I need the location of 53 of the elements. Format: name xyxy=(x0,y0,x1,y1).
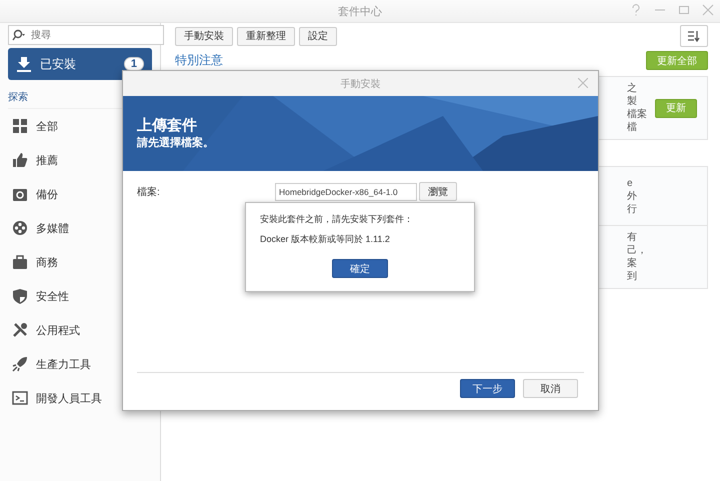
card-text: 檔案 xyxy=(627,108,648,121)
banner-subtitle: 請先選擇檔案。 xyxy=(137,135,214,150)
next-button[interactable]: 下一步 xyxy=(460,379,515,398)
thumbs-up-icon xyxy=(12,152,28,168)
sidebar-label: 已安裝 xyxy=(40,56,76,72)
briefcase-icon xyxy=(12,254,28,270)
search-field[interactable]: 搜尋 xyxy=(8,25,164,45)
rocket-icon xyxy=(12,356,28,372)
card-text: e xyxy=(627,176,634,190)
close-icon[interactable] xyxy=(578,78,588,88)
sort-icon xyxy=(687,30,701,42)
card-text: 行 xyxy=(627,202,638,216)
sidebar-item[interactable]: 安全性 xyxy=(8,279,152,313)
banner-title: 上傳套件 xyxy=(137,116,197,135)
sidebar-item[interactable]: 公用程式 xyxy=(8,313,152,347)
close-icon[interactable] xyxy=(702,4,714,16)
window-title: 套件中心 xyxy=(338,4,382,18)
card-text: 己， xyxy=(627,244,648,257)
card-text: 有 xyxy=(627,231,638,244)
field-label: 檔案: xyxy=(137,186,161,198)
sidebar-item[interactable]: 已安裝 1 xyxy=(8,48,152,80)
card-text: 案 xyxy=(627,257,638,270)
toolbar-button[interactable]: 設定 xyxy=(299,26,337,46)
alert-message: Docker 版本較新或等同於 1.11.2 xyxy=(260,233,391,246)
dialog-title: 手動安裝 xyxy=(340,78,380,90)
file-field[interactable]: HomebridgeDocker-x86_64-1.0 xyxy=(275,182,417,200)
card-text: 之 xyxy=(627,82,638,95)
card-text: 到 xyxy=(627,270,638,283)
terminal-icon xyxy=(12,390,28,406)
camera-icon xyxy=(12,186,28,202)
count-badge: 1 xyxy=(124,57,144,71)
wrench-icon xyxy=(12,322,28,338)
ok-button[interactable]: 確定 xyxy=(332,259,388,278)
sidebar-item[interactable]: 商務 xyxy=(8,245,152,279)
section-heading: 特別注意 xyxy=(175,52,223,69)
maximize-icon[interactable] xyxy=(678,4,690,16)
film-reel-icon xyxy=(12,220,28,236)
card-text: 製 xyxy=(627,95,638,108)
toolbar-button[interactable]: 手動安裝 xyxy=(175,26,233,46)
sort-button[interactable] xyxy=(680,25,708,47)
grid-icon xyxy=(12,118,28,134)
card-text: 檔 xyxy=(627,121,638,134)
card-text: 外 xyxy=(627,190,638,202)
sidebar-item[interactable]: 開發人員工具 xyxy=(8,381,152,415)
help-icon[interactable] xyxy=(630,4,642,16)
toolbar-button[interactable]: 重新整理 xyxy=(237,26,295,46)
shield-icon xyxy=(12,288,28,304)
sidebar-item[interactable]: 生產力工具 xyxy=(8,347,152,381)
alert-message: 安裝此套件之前，請先安裝下列套件： xyxy=(260,213,414,226)
browse-button[interactable]: 瀏覽 xyxy=(419,182,457,201)
cancel-button[interactable]: 取消 xyxy=(523,379,578,398)
download-icon xyxy=(16,56,32,72)
sidebar-item[interactable]: 多媒體 xyxy=(8,211,152,245)
